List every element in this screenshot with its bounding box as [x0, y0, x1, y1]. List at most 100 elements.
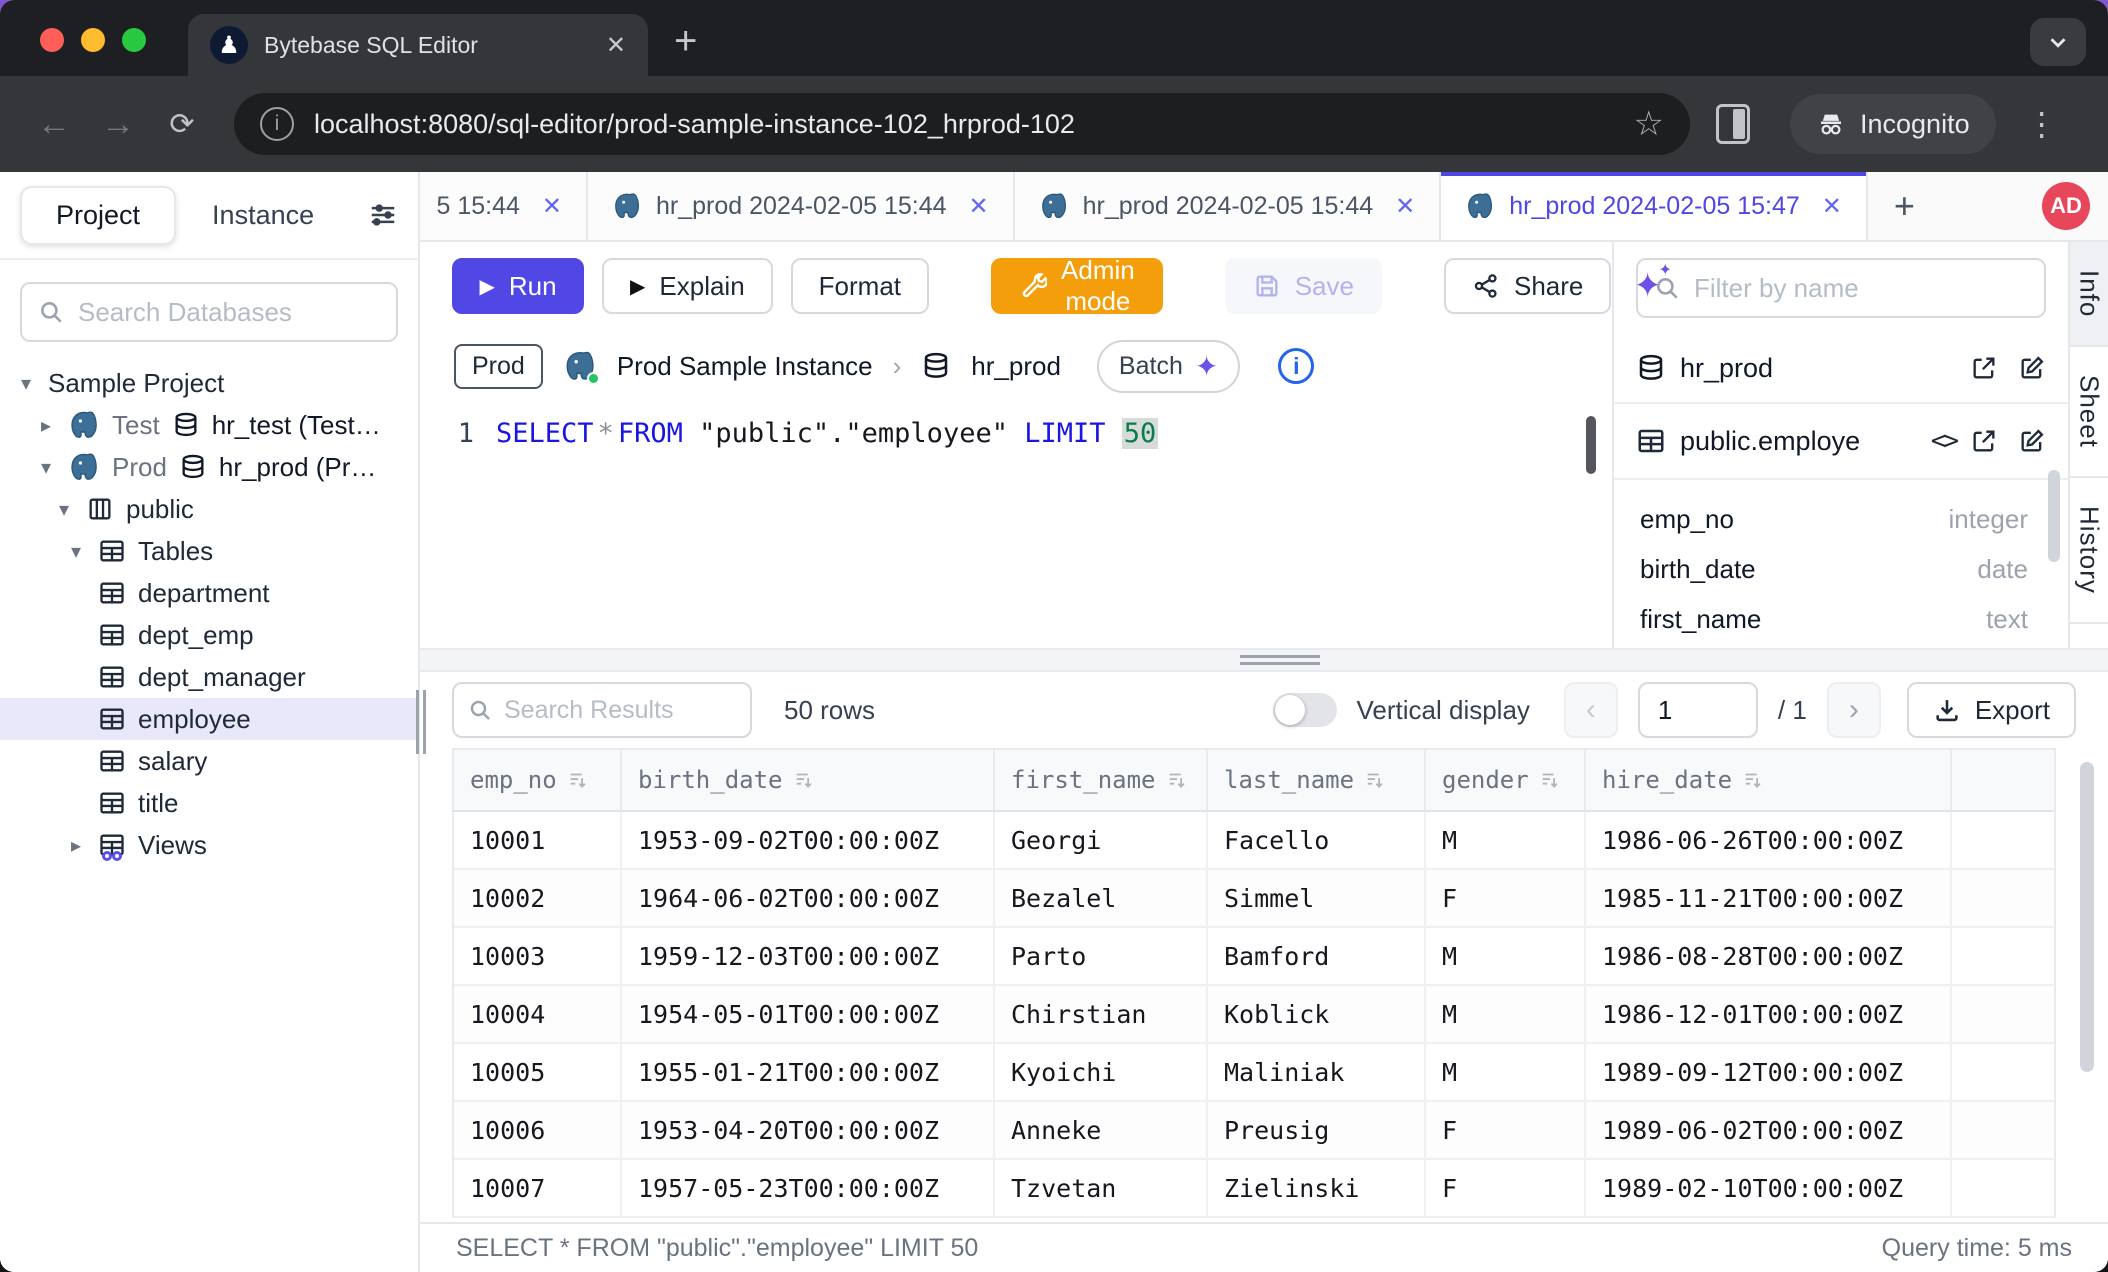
run-button[interactable]: ▶ Run: [452, 258, 584, 314]
cell[interactable]: 1985-11-21T00:00:00Z: [1586, 870, 1952, 926]
cell[interactable]: Maliniak: [1208, 1044, 1426, 1100]
table-row[interactable]: 100041954-05-01T00:00:00ZChirstianKoblic…: [454, 986, 2054, 1044]
search-results-input[interactable]: [504, 696, 736, 725]
cell[interactable]: 1989-02-10T00:00:00Z: [1586, 1160, 1952, 1216]
cell[interactable]: Kyoichi: [995, 1044, 1208, 1100]
cell[interactable]: Bamford: [1208, 928, 1426, 984]
filter-settings-icon[interactable]: [368, 200, 398, 230]
cell[interactable]: F: [1426, 1160, 1586, 1216]
edit-icon[interactable]: [2018, 427, 2046, 455]
tab-history[interactable]: History: [2070, 478, 2108, 624]
cell[interactable]: Chirstian: [995, 986, 1208, 1042]
cell[interactable]: F: [1426, 870, 1586, 926]
sort-icon[interactable]: [1742, 769, 1764, 791]
previous-page-button[interactable]: ‹: [1564, 682, 1618, 738]
cell[interactable]: 10004: [454, 986, 622, 1042]
tab-project[interactable]: Project: [20, 186, 176, 245]
code-icon[interactable]: <>: [1931, 426, 1956, 456]
new-worksheet-button[interactable]: +: [1868, 172, 1941, 240]
cell[interactable]: M: [1426, 812, 1586, 868]
close-icon[interactable]: ✕: [1822, 192, 1842, 221]
column-header[interactable]: last_name: [1208, 750, 1426, 810]
reload-button[interactable]: ⟳: [154, 96, 210, 152]
cell[interactable]: 1989-06-02T00:00:00Z: [1586, 1102, 1952, 1158]
cell[interactable]: 1986-06-26T00:00:00Z: [1586, 812, 1952, 868]
caret-right-icon[interactable]: ▸: [36, 413, 56, 438]
cell[interactable]: F: [1426, 1102, 1586, 1158]
tree-item-schema-public[interactable]: ▾ public: [0, 488, 418, 530]
sort-icon[interactable]: [793, 769, 815, 791]
cell[interactable]: Facello: [1208, 812, 1426, 868]
address-bar[interactable]: i localhost:8080/sql-editor/prod-sample-…: [234, 93, 1690, 155]
tree-item-table-dept-emp[interactable]: dept_emp: [0, 614, 418, 656]
next-page-button[interactable]: ›: [1827, 682, 1881, 738]
tree-item-table-salary[interactable]: salary: [0, 740, 418, 782]
sort-icon[interactable]: [1539, 769, 1561, 791]
page-number-input[interactable]: [1638, 682, 1758, 738]
column-header[interactable]: first_name: [995, 750, 1208, 810]
cell[interactable]: Simmel: [1208, 870, 1426, 926]
database-name[interactable]: hr_prod: [971, 351, 1061, 382]
panel-scrollbar-thumb[interactable]: [2048, 470, 2060, 562]
explain-button[interactable]: ▶ Explain: [602, 258, 773, 314]
schema-filter-box[interactable]: [1636, 258, 2046, 318]
format-button[interactable]: Format: [791, 258, 929, 314]
sort-icon[interactable]: [1166, 769, 1188, 791]
instance-name[interactable]: Prod Sample Instance: [617, 351, 873, 382]
cell[interactable]: Bezalel: [995, 870, 1208, 926]
caret-right-icon[interactable]: ▸: [66, 833, 86, 858]
bookmark-star-icon[interactable]: ☆: [1634, 104, 1664, 144]
info-icon[interactable]: i: [1278, 348, 1314, 384]
cell[interactable]: 10002: [454, 870, 622, 926]
cell[interactable]: 10005: [454, 1044, 622, 1100]
table-row[interactable]: 100031959-12-03T00:00:00ZPartoBamfordM19…: [454, 928, 2054, 986]
zoom-window-button[interactable]: [122, 28, 146, 52]
share-button[interactable]: Share: [1444, 258, 1611, 314]
cell[interactable]: 1986-12-01T00:00:00Z: [1586, 986, 1952, 1042]
table-row[interactable]: 100071957-05-23T00:00:00ZTzvetanZielinsk…: [454, 1160, 2054, 1218]
browser-tab-close-icon[interactable]: ✕: [606, 31, 626, 60]
tab-sheet[interactable]: Sheet: [2070, 347, 2108, 478]
results-search-box[interactable]: [452, 682, 752, 738]
cell[interactable]: M: [1426, 928, 1586, 984]
close-icon[interactable]: ✕: [542, 192, 562, 221]
cell[interactable]: Zielinski: [1208, 1160, 1426, 1216]
sql-code-area[interactable]: 1 SELECT*FROM "public"."employee" LIMIT …: [420, 402, 1612, 648]
sort-icon[interactable]: [567, 769, 589, 791]
cell[interactable]: 10006: [454, 1102, 622, 1158]
worksheet-tab-4-active[interactable]: hr_prod 2024-02-05 15:47 ✕: [1441, 172, 1868, 240]
caret-down-icon[interactable]: ▾: [36, 455, 56, 480]
close-icon[interactable]: ✕: [969, 192, 989, 221]
cell[interactable]: 1954-05-01T00:00:00Z: [622, 986, 995, 1042]
database-search-box[interactable]: [20, 282, 398, 342]
cell[interactable]: 10003: [454, 928, 622, 984]
cell[interactable]: 1955-01-21T00:00:00Z: [622, 1044, 995, 1100]
caret-down-icon[interactable]: ▾: [54, 497, 74, 522]
column-header[interactable]: birth_date: [622, 750, 995, 810]
sort-icon[interactable]: [1364, 769, 1386, 791]
close-icon[interactable]: ✕: [1395, 192, 1415, 221]
table-row[interactable]: 100051955-01-21T00:00:00ZKyoichiMaliniak…: [454, 1044, 2054, 1102]
cell[interactable]: 1964-06-02T00:00:00Z: [622, 870, 995, 926]
admin-mode-button[interactable]: Admin mode: [991, 258, 1163, 314]
cell[interactable]: 10007: [454, 1160, 622, 1216]
tab-search-button[interactable]: [2030, 18, 2086, 66]
column-header[interactable]: gender: [1426, 750, 1586, 810]
cell[interactable]: 1989-09-12T00:00:00Z: [1586, 1044, 1952, 1100]
worksheet-tab-3[interactable]: hr_prod 2024-02-05 15:44 ✕: [1015, 172, 1442, 240]
cell[interactable]: 1953-04-20T00:00:00Z: [622, 1102, 995, 1158]
tree-item-test-db[interactable]: ▸ Test hr_test (Test…: [0, 404, 418, 446]
cell[interactable]: Tzvetan: [995, 1160, 1208, 1216]
batch-button[interactable]: Batch ✦: [1097, 340, 1240, 393]
cell[interactable]: 1986-08-28T00:00:00Z: [1586, 928, 1952, 984]
worksheet-tab-1[interactable]: 5 15:44 ✕: [420, 172, 588, 240]
cell[interactable]: 10001: [454, 812, 622, 868]
cell[interactable]: 1953-09-02T00:00:00Z: [622, 812, 995, 868]
export-button[interactable]: Export: [1907, 682, 2076, 738]
cell[interactable]: 1959-12-03T00:00:00Z: [622, 928, 995, 984]
tab-info[interactable]: Info: [2070, 242, 2108, 347]
tree-item-table-employee[interactable]: employee: [0, 698, 418, 740]
side-panel-icon[interactable]: [1716, 104, 1750, 144]
tree-item-prod-db[interactable]: ▾ Prod hr_prod (Pr…: [0, 446, 418, 488]
cell[interactable]: 1957-05-23T00:00:00Z: [622, 1160, 995, 1216]
